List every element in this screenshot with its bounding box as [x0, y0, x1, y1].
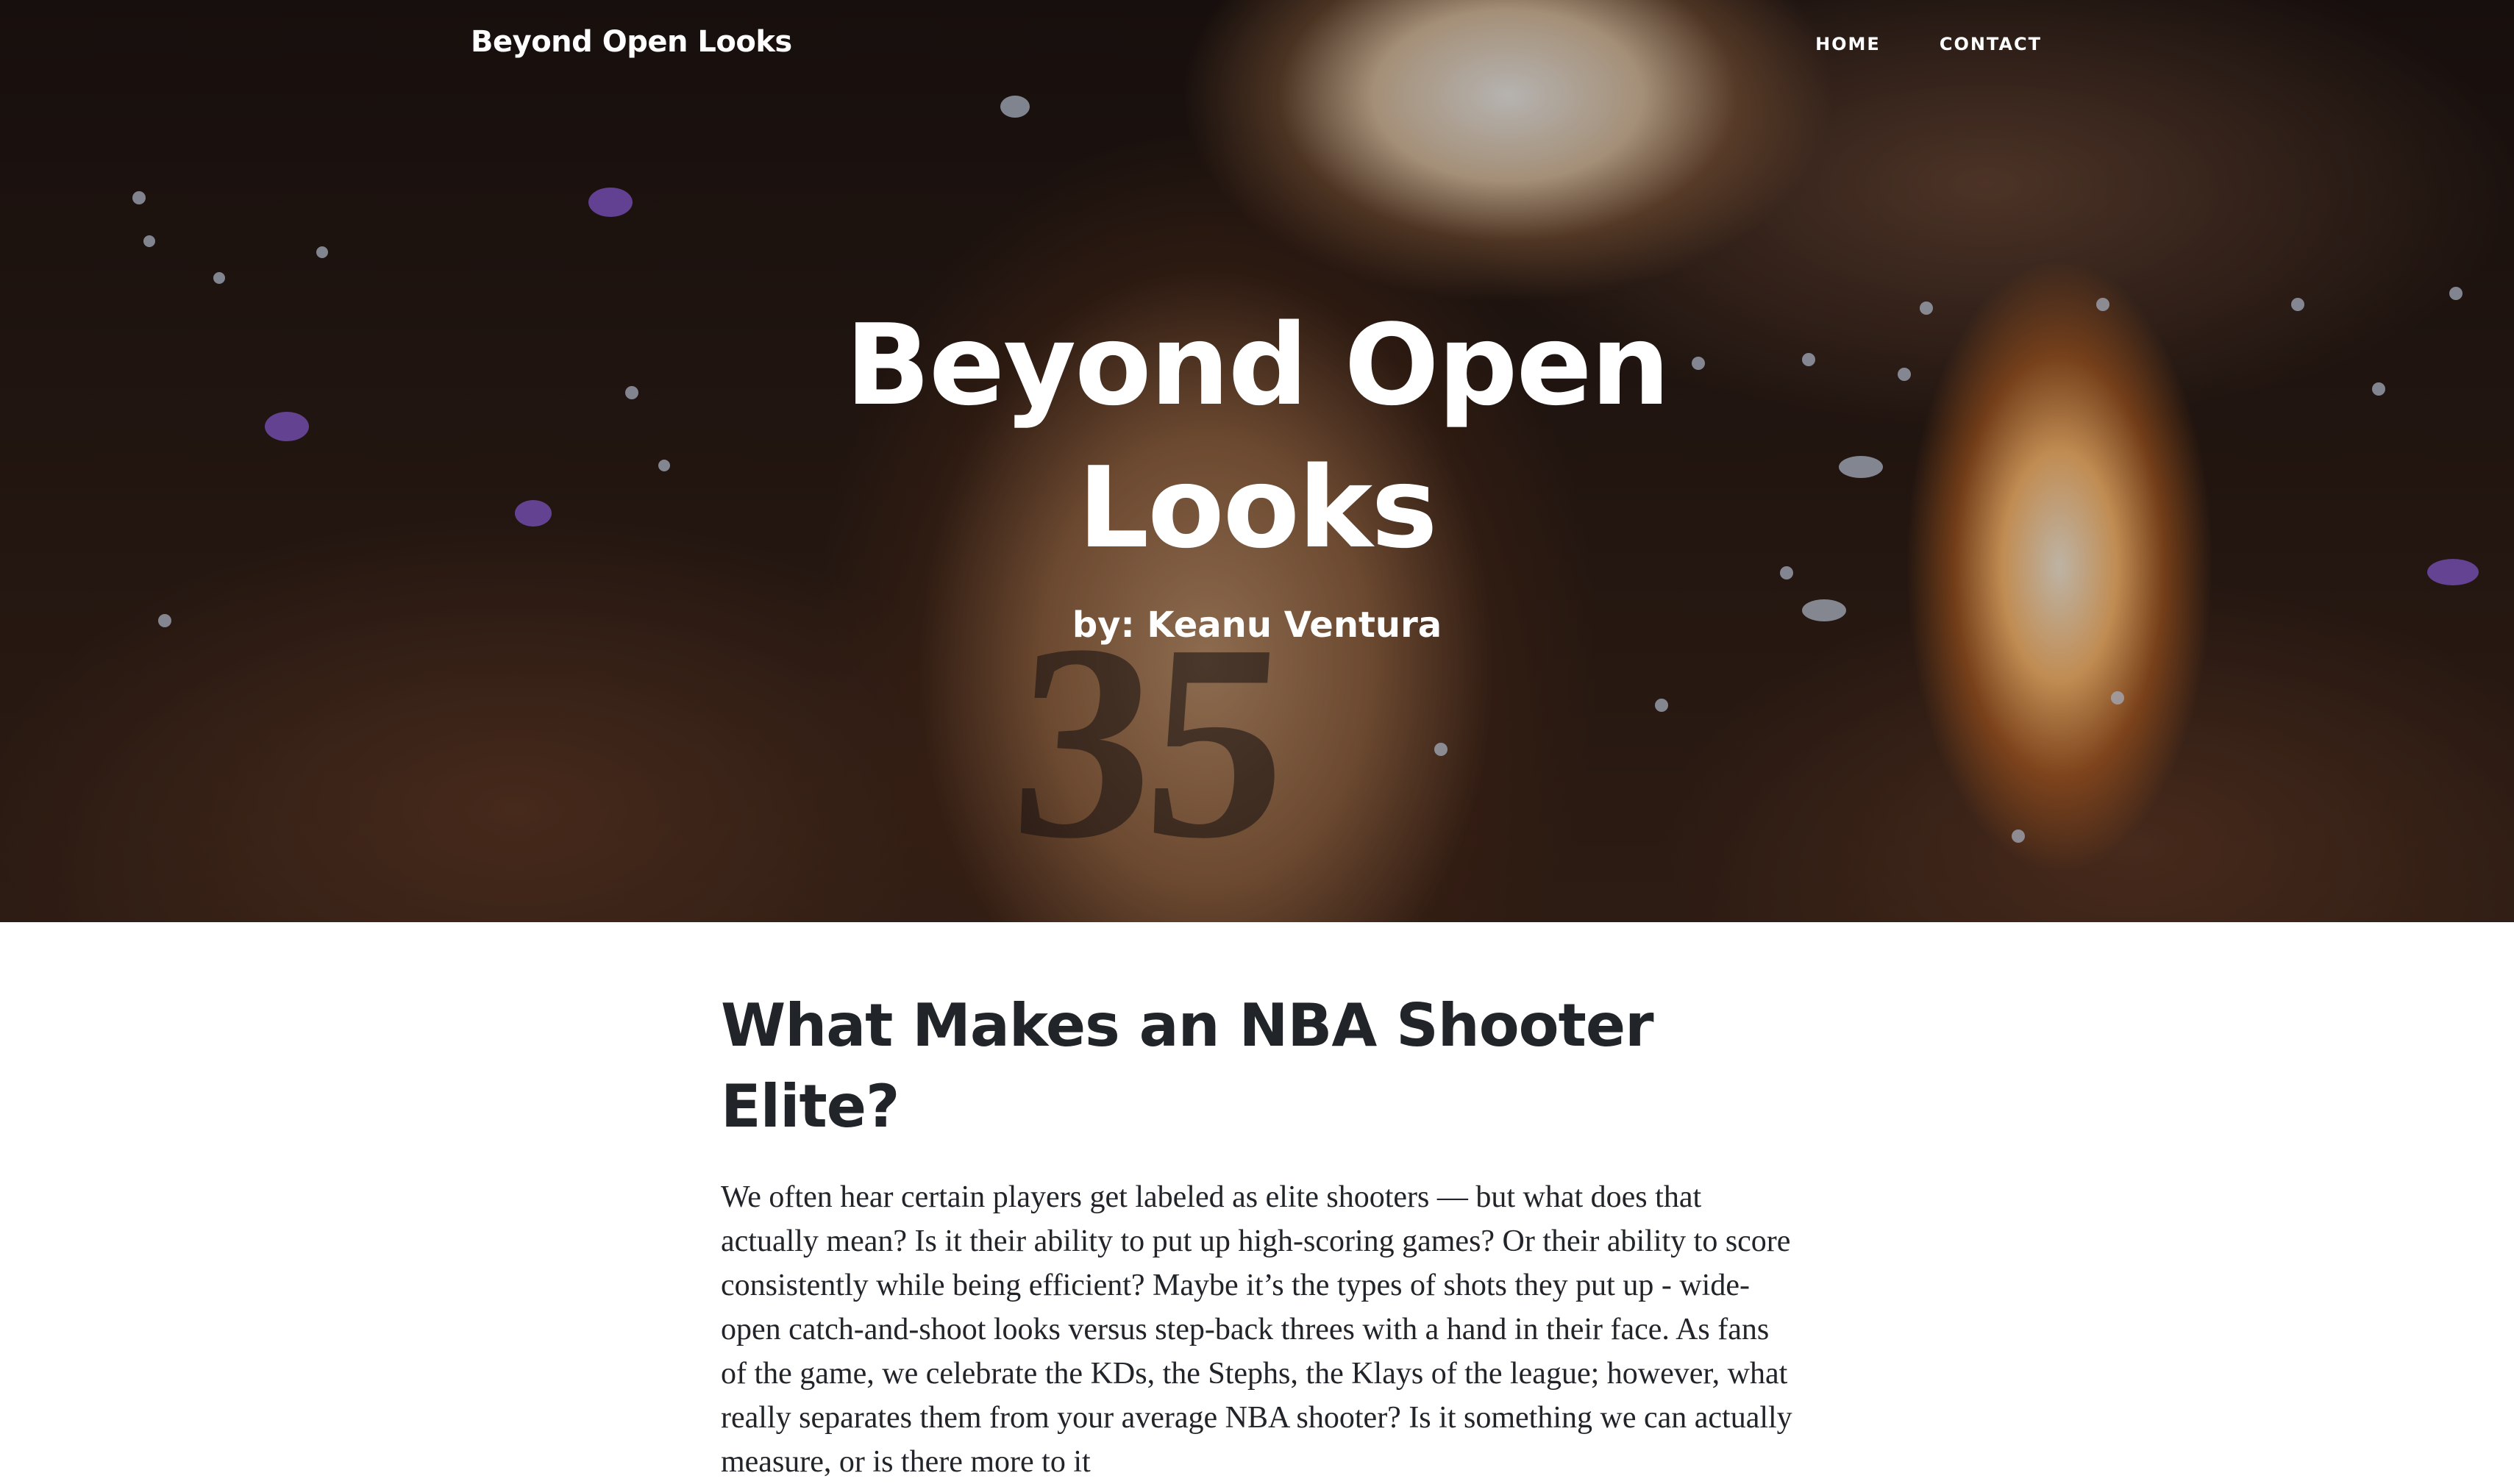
nav-link-home[interactable]: HOME	[1815, 34, 1881, 54]
hero-header: 35 Beyond Open Looks HOME CONTACT Beyond…	[0, 0, 2514, 922]
nav-link-contact[interactable]: CONTACT	[1940, 34, 2042, 54]
nav-links: HOME CONTACT	[1815, 34, 2042, 54]
hero-heading-block: Beyond Open Looks by: Keanu Ventura	[0, 294, 2514, 646]
article-title: What Makes an NBA Shooter Elite?	[721, 991, 1654, 1141]
hero-title: Beyond Open Looks	[845, 300, 1670, 573]
hero-subtitle: by: Keanu Ventura	[1072, 604, 1442, 646]
navbar-brand[interactable]: Beyond Open Looks	[471, 25, 792, 59]
article: What Makes an NBA Shooter Elite? We ofte…	[721, 985, 1795, 1484]
article-body: We often hear certain players get labele…	[721, 1180, 1792, 1479]
navbar: Beyond Open Looks HOME CONTACT	[0, 0, 2514, 96]
